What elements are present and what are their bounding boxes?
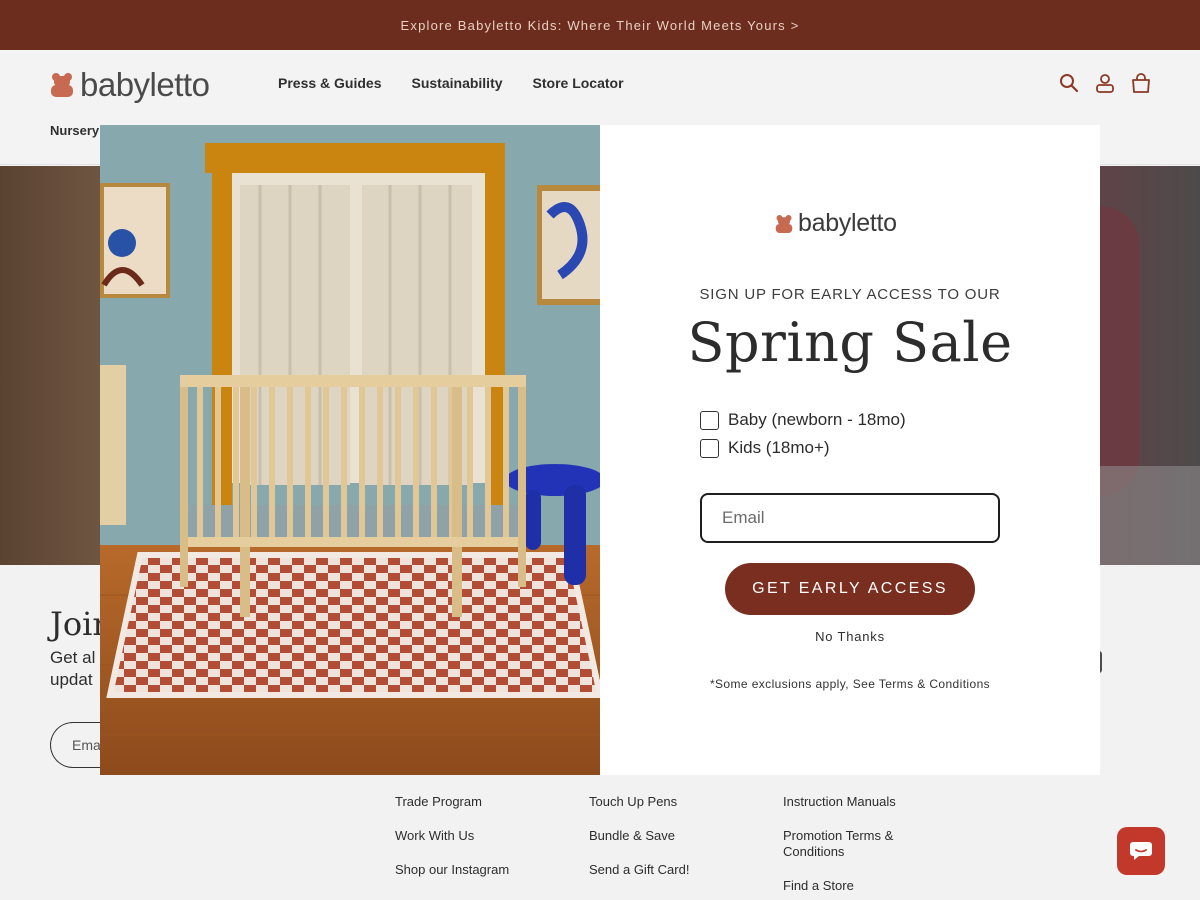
- footer-link-instagram[interactable]: Shop our Instagram: [395, 862, 509, 878]
- search-icon[interactable]: [1058, 72, 1080, 94]
- signup-modal: babyletto SIGN UP FOR EARLY ACCESS TO OU…: [100, 125, 1100, 775]
- footer-link-find-store[interactable]: Find a Store: [783, 878, 854, 894]
- option-baby-checkbox[interactable]: [700, 410, 719, 430]
- bear-logo-icon: [775, 214, 793, 233]
- get-early-access-button[interactable]: GET EARLY ACCESS: [725, 563, 975, 615]
- modal-crib-image: [100, 125, 600, 775]
- footer-link-bundle-save[interactable]: Bundle & Save: [589, 828, 675, 844]
- footer-email-placeholder: Ema: [72, 737, 101, 753]
- footer-link-promotion-terms-line2: Conditions: [783, 844, 845, 859]
- email-placeholder: Email: [722, 508, 765, 527]
- modal-title: Spring Sale: [687, 311, 1013, 374]
- footer-link-gift-card[interactable]: Send a Gift Card!: [589, 862, 689, 878]
- no-thanks-link[interactable]: No Thanks: [600, 629, 1100, 644]
- signup-form-panel: babyletto SIGN UP FOR EARLY ACCESS TO OU…: [600, 125, 1100, 775]
- option-kids-checkbox[interactable]: [700, 438, 719, 458]
- terms-link[interactable]: See Terms & Conditions: [853, 677, 990, 691]
- logo-wordmark: babyletto: [80, 66, 210, 103]
- terms-note: *Some exclusions apply, See Terms & Cond…: [600, 677, 1100, 691]
- age-options: Baby (newborn - 18mo) Kids (18mo+): [700, 406, 906, 462]
- cta-label: GET EARLY ACCESS: [752, 580, 948, 597]
- option-kids[interactable]: Kids (18mo+): [700, 434, 906, 462]
- account-icon[interactable]: [1094, 72, 1116, 94]
- nav-press-guides[interactable]: Press & Guides: [278, 75, 382, 91]
- header-icons: [1058, 72, 1152, 94]
- nav-sustainability[interactable]: Sustainability: [412, 75, 503, 91]
- option-baby-label: Baby (newborn - 18mo): [728, 410, 906, 429]
- chat-icon: [1130, 842, 1152, 860]
- footer-link-touch-up-pens[interactable]: Touch Up Pens: [589, 794, 677, 810]
- modal-kicker: SIGN UP FOR EARLY ACCESS TO OUR: [699, 286, 1001, 303]
- modal-logo-wordmark: babyletto: [798, 209, 897, 237]
- chat-button[interactable]: [1117, 827, 1165, 875]
- footer-link-promotion-terms[interactable]: Promotion Terms & Conditions: [783, 828, 893, 860]
- footer-link-work-with-us[interactable]: Work With Us: [395, 828, 474, 844]
- cart-icon[interactable]: [1130, 72, 1152, 94]
- option-baby[interactable]: Baby (newborn - 18mo): [700, 406, 906, 434]
- nav-store-locator[interactable]: Store Locator: [533, 75, 624, 91]
- no-thanks-label: No Thanks: [815, 629, 885, 644]
- modal-logo: babyletto: [775, 209, 897, 238]
- site-logo[interactable]: babyletto: [50, 66, 210, 104]
- bear-logo-icon: [51, 73, 73, 97]
- footer-link-promotion-terms-line1: Promotion Terms &: [783, 828, 894, 843]
- announcement-text: Explore Babyletto Kids: Where Their Worl…: [400, 17, 800, 33]
- nav-nursery[interactable]: Nursery: [50, 123, 99, 138]
- email-input[interactable]: Email: [700, 493, 1000, 543]
- announcement-bar[interactable]: Explore Babyletto Kids: Where Their Worl…: [0, 0, 1200, 50]
- terms-prefix: *Some exclusions apply,: [709, 677, 853, 691]
- main-nav: Press & Guides Sustainability Store Loca…: [278, 75, 624, 91]
- option-kids-label: Kids (18mo+): [728, 438, 830, 457]
- footer-link-trade-program[interactable]: Trade Program: [395, 794, 482, 810]
- footer-link-instruction-manuals[interactable]: Instruction Manuals: [783, 794, 896, 810]
